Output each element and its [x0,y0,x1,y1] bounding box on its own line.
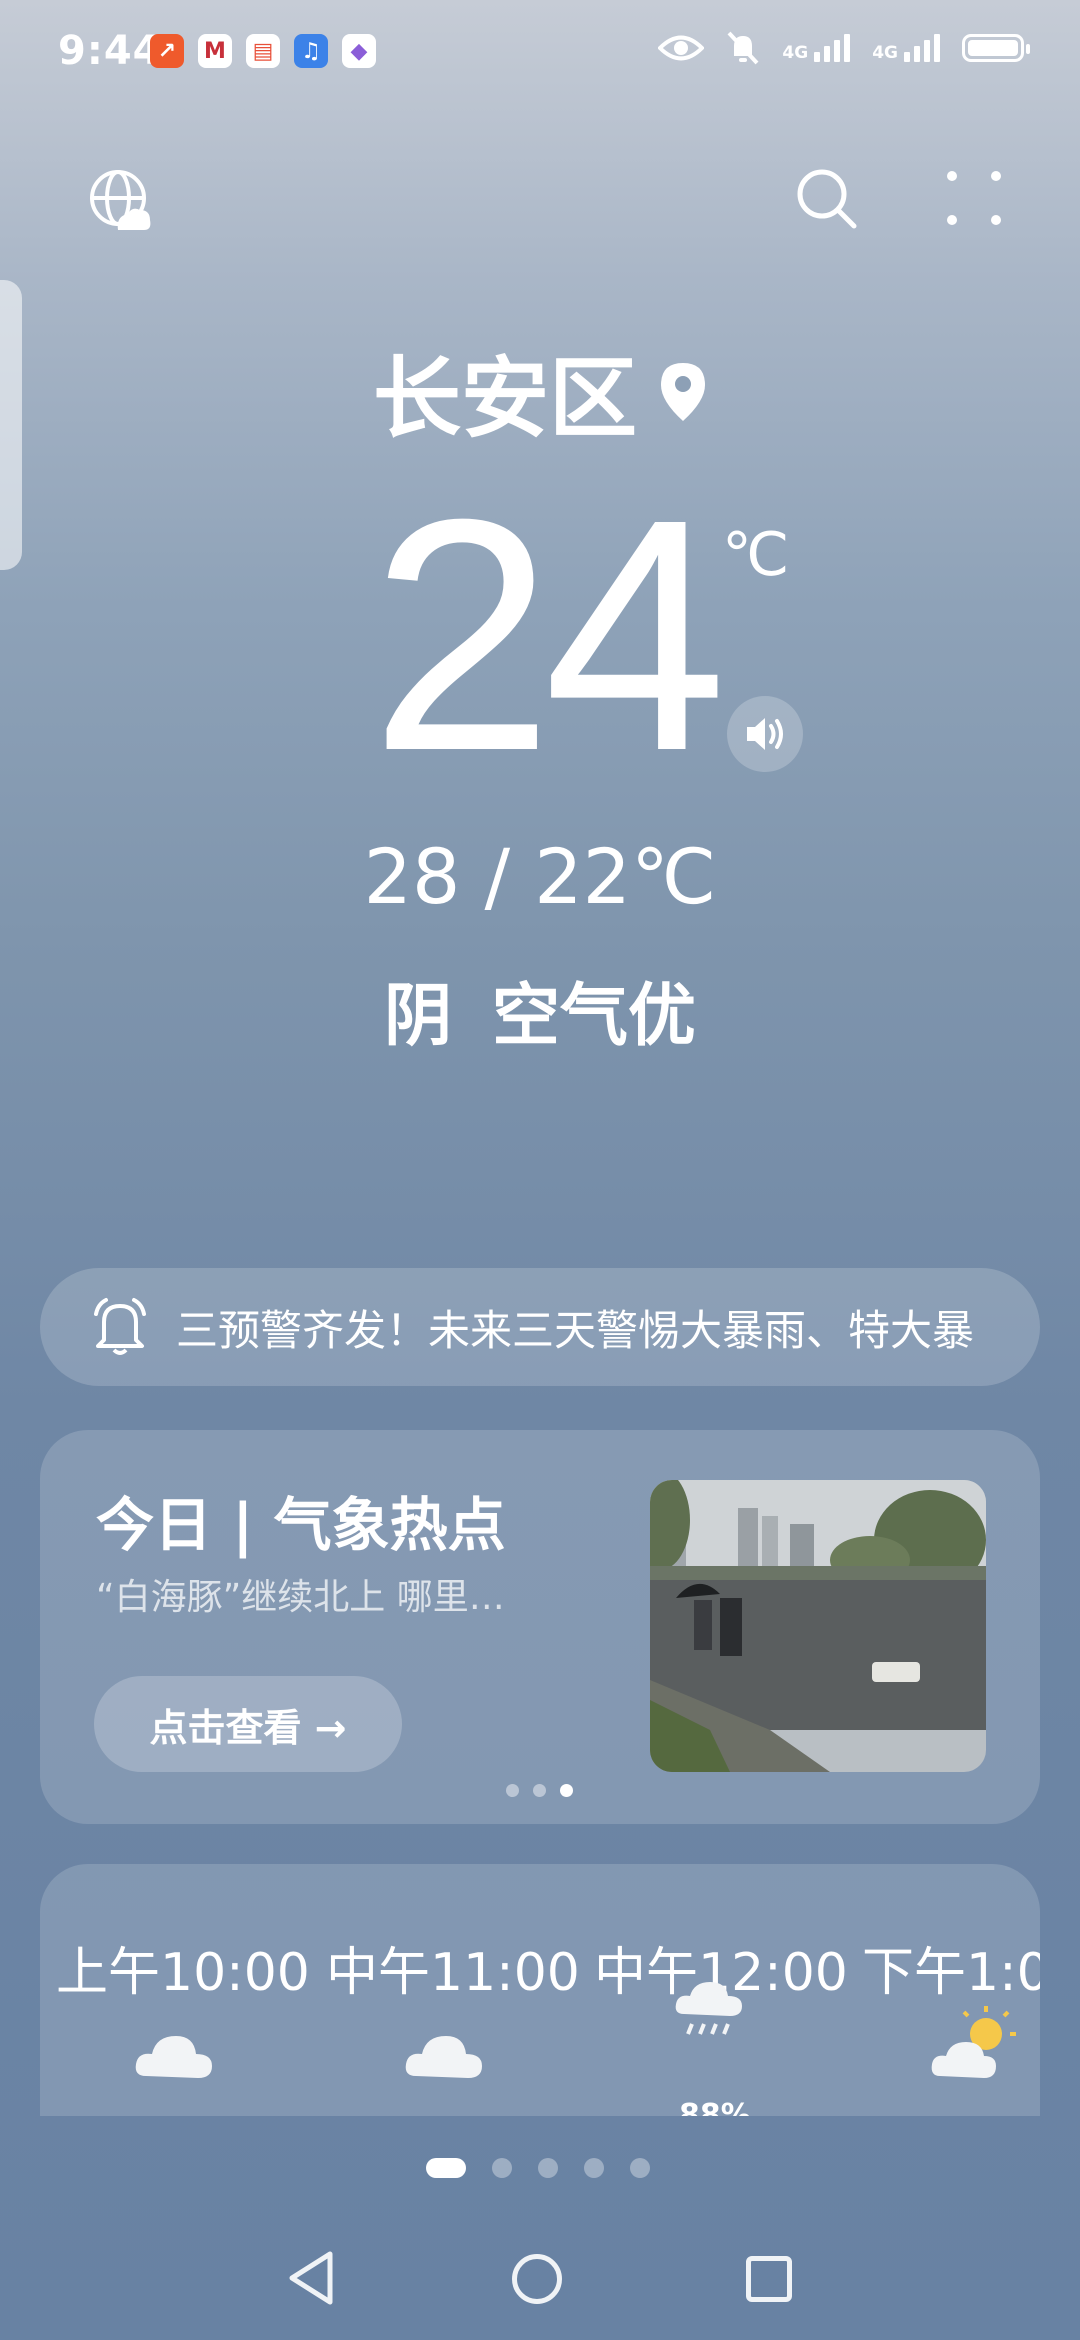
city-heading[interactable]: 长安区 [0,328,1080,455]
voice-broadcast-button[interactable] [727,696,803,772]
hourly-forecast-card[interactable]: 上午10:00 中午11:00 中午12:00 下午1:00 88% [40,1864,1040,2116]
hot-topic-title: 今日 | 气象热点 [96,1491,506,1559]
page-indicator [426,2158,650,2178]
page-dot [492,2158,512,2178]
search-icon[interactable] [794,166,858,230]
location-pin-icon [661,362,705,421]
eye-icon [658,35,705,61]
back-nav-icon[interactable] [286,2250,336,2306]
globe-cloud-icon[interactable] [88,168,154,234]
hourly-time: 中午11:00 [326,1943,580,2003]
news-photo-image [650,1480,986,1772]
weather-condition: 阴 空气优 [384,977,696,1056]
speaker-icon [747,718,783,750]
temperature-range: 28 / 22℃ [363,832,717,921]
page-dot-active [426,2158,466,2178]
status-time: 9:44 [58,28,162,74]
battery-icon [962,34,1030,62]
carousel-dot-active [560,1784,573,1797]
partly-sunny-icon [931,2006,1016,2078]
cloud-icon [135,2036,212,2078]
page-dot [584,2158,604,2178]
music-app-icon: ♫ [294,34,328,68]
notification-app-icons: ↗ M ▤ ♫ ◆ [150,34,376,68]
page-dot [630,2158,650,2178]
network-type-1: 4G [782,43,809,63]
hot-topic-carousel-dots [506,1784,573,1797]
city-name: 长安区 [372,347,637,450]
mute-bell-icon [727,31,759,65]
weather-alert-banner[interactable]: 三预警齐发！未来三天警惕大暴雨、特大暴雨 [40,1268,1040,1386]
current-temperature: 24 [370,450,727,819]
alert-text: 三预警齐发！未来三天警惕大暴雨、特大暴雨 [176,1305,976,1355]
carousel-dot [533,1784,546,1797]
rain-cloud-icon [675,1982,742,2035]
temperature-unit: ℃ [722,520,790,590]
precip-probability: 88% [679,2098,751,2116]
bank-app-icon: M [198,34,232,68]
view-details-button[interactable]: 点击查看 → [94,1676,402,1772]
home-nav-button[interactable] [512,2254,562,2304]
shape-app-icon: ◆ [342,34,376,68]
status-indicators: 4G 4G [658,30,1030,66]
page-dot [538,2158,558,2178]
cloud-icon [405,2036,482,2078]
recents-nav-button[interactable] [746,2256,792,2302]
alert-bell-icon [94,1298,146,1355]
hot-topic-subtitle: “白海豚”继续北上 哪里… [96,1577,505,1618]
signal-strength-1: 4G [782,34,851,63]
hourly-time: 下午1:00 [862,1943,1040,2003]
signal-strength-2: 4G [872,34,940,62]
menu-dots-icon[interactable] [944,168,1004,228]
carousel-dot [506,1784,519,1797]
network-type-2: 4G [872,43,898,63]
hot-topic-photo[interactable] [650,1480,986,1772]
hourly-time: 上午10:00 [56,1943,310,2003]
mail-app-icon: ▤ [246,34,280,68]
transfer-app-icon: ↗ [150,34,184,68]
